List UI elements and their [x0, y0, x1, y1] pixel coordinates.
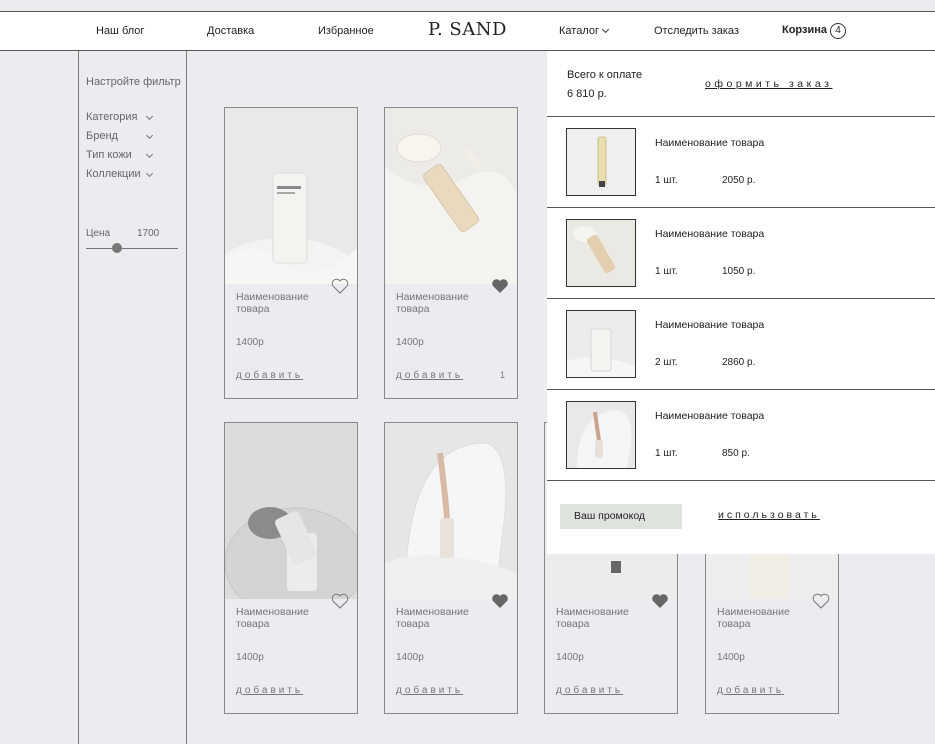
site-header: Наш блог Доставка Избранное P. SAND Ката…	[0, 11, 935, 51]
cart-item-name: Наименование товара	[655, 410, 765, 422]
chevron-down-icon	[601, 25, 610, 34]
cart-item: Наименование товара 1 шт. 2050 р.	[547, 117, 935, 207]
cart-item-price: 2860 р.	[722, 357, 756, 368]
cart-item-qty: 1 шт.	[655, 448, 678, 459]
add-to-cart-button[interactable]: добавить	[396, 685, 463, 696]
cart-item: Наименование товара 1 шт. 850 р.	[547, 390, 935, 480]
product-price: 1400р	[236, 337, 264, 348]
nav-cart-button[interactable]: Корзина 4	[782, 23, 846, 39]
filter-item-label: Бренд	[86, 130, 118, 142]
chevron-down-icon	[145, 150, 154, 159]
product-name: Наименование товара	[396, 606, 469, 630]
product-name: Наименование товара	[556, 606, 629, 630]
nav-delivery-link[interactable]: Доставка	[207, 25, 254, 37]
filter-item-label: Тип кожи	[86, 149, 132, 161]
chevron-down-icon	[145, 131, 154, 140]
chevron-down-icon	[145, 112, 154, 121]
promo-code-input[interactable]: Ваш промокод	[560, 504, 682, 529]
cart-item-name: Наименование товара	[655, 228, 765, 240]
product-price: 1400р	[717, 652, 745, 663]
product-price: 1400р	[236, 652, 264, 663]
cart-dropdown-panel: Всего к оплате 6 810 р. оформить заказ Н…	[547, 51, 935, 554]
product-price: 1400р	[396, 652, 424, 663]
product-card[interactable]: Наименование товара 1400р добавить 1	[384, 107, 518, 399]
product-card[interactable]: Наименование товара 1400р добавить	[224, 422, 358, 714]
cart-item-price: 2050 р.	[722, 175, 756, 186]
cart-item-qty: 1 шт.	[655, 175, 678, 186]
filter-title: Настройте фильтр	[86, 76, 181, 88]
cart-item: Наименование товара 2 шт. 2860 р.	[547, 299, 935, 389]
filter-item-label: Категория	[86, 111, 138, 123]
filter-collections-dropdown[interactable]: Коллекции	[86, 168, 154, 180]
apply-promo-button[interactable]: использовать	[718, 509, 820, 521]
brand-logo[interactable]: P. SAND	[428, 19, 507, 40]
product-card[interactable]: Наименование товара 1400р добавить	[224, 107, 358, 399]
filter-brand-dropdown[interactable]: Бренд	[86, 130, 154, 142]
add-to-cart-button[interactable]: добавить	[236, 685, 303, 696]
price-slider-handle[interactable]	[112, 243, 122, 253]
cart-count-badge: 4	[830, 23, 846, 39]
nav-catalog-label: Каталог	[559, 25, 599, 37]
add-to-cart-button[interactable]: добавить	[556, 685, 623, 696]
product-image[interactable]	[385, 423, 517, 599]
add-to-cart-button[interactable]: добавить	[717, 685, 784, 696]
product-image[interactable]	[225, 423, 357, 599]
cart-total-value: 6 810 р.	[567, 88, 607, 100]
product-price: 1400р	[556, 652, 584, 663]
sidebar-right-border	[186, 51, 187, 744]
product-image[interactable]	[225, 108, 357, 284]
nav-blog-link[interactable]: Наш блог	[96, 25, 144, 37]
add-to-cart-button[interactable]: добавить	[236, 370, 303, 381]
cart-total-label: Всего к оплате	[567, 69, 643, 81]
cart-item-name: Наименование товара	[655, 137, 765, 149]
cart-item-qty: 2 шт.	[655, 357, 678, 368]
filter-skin-type-dropdown[interactable]: Тип кожи	[86, 149, 154, 161]
sidebar-left-border	[78, 51, 79, 744]
product-card[interactable]: Наименование товара 1400р добавить	[384, 422, 518, 714]
product-image[interactable]	[385, 108, 517, 284]
cart-item-price: 850 р.	[722, 448, 750, 459]
cart-quantity-indicator: 1	[499, 370, 505, 380]
cart-item-image[interactable]	[566, 310, 636, 378]
cart-divider	[547, 480, 935, 481]
nav-track-order-link[interactable]: Отследить заказ	[654, 25, 739, 37]
price-value: 1700	[137, 228, 160, 239]
checkout-button[interactable]: оформить заказ	[705, 78, 832, 90]
nav-favorites-link[interactable]: Избранное	[318, 25, 374, 37]
add-to-cart-button[interactable]: добавить	[396, 370, 463, 381]
cart-item-image[interactable]	[566, 219, 636, 287]
price-slider-track[interactable]	[86, 248, 178, 249]
filter-category-dropdown[interactable]: Категория	[86, 111, 154, 123]
cart-item-image[interactable]	[566, 128, 636, 196]
product-name: Наименование товара	[236, 291, 309, 315]
cart-item-qty: 1 шт.	[655, 266, 678, 277]
price-label: Цена	[86, 228, 111, 239]
product-name: Наименование товара	[396, 291, 469, 315]
chevron-down-icon	[145, 169, 154, 178]
cart-item: Наименование товара 1 шт. 1050 р.	[547, 208, 935, 298]
product-price: 1400р	[396, 337, 424, 348]
product-name: Наименование товара	[717, 606, 790, 630]
filter-item-label: Коллекции	[86, 168, 141, 180]
product-name: Наименование товара	[236, 606, 309, 630]
cart-item-name: Наименование товара	[655, 319, 765, 331]
cart-item-image[interactable]	[566, 401, 636, 469]
nav-catalog-dropdown[interactable]: Каталог	[559, 25, 610, 37]
cart-label: Корзина	[782, 24, 827, 36]
cart-item-price: 1050 р.	[722, 266, 756, 277]
